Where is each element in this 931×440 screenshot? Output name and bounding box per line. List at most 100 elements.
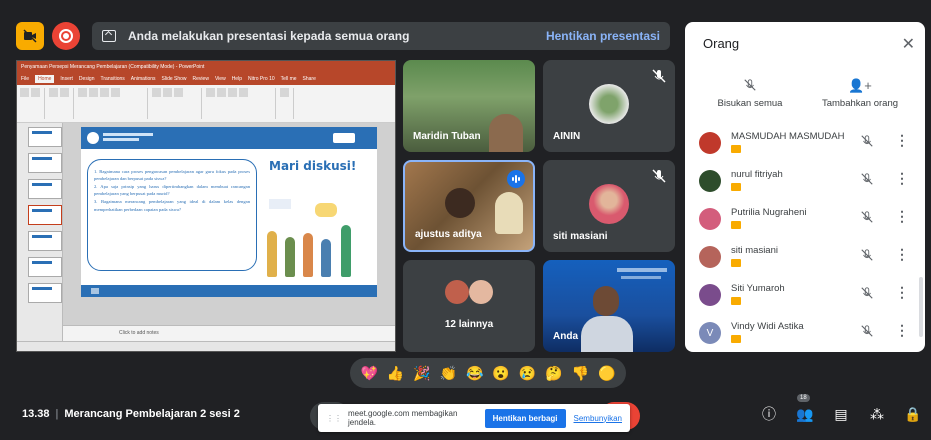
participant-row[interactable]: nurul fitriyah ⋮ [685, 164, 925, 202]
presenter-tag-icon [731, 297, 741, 305]
avatar: V [699, 322, 721, 344]
presenter-tag-icon [731, 221, 741, 229]
add-person-icon: 👤+ [848, 78, 872, 93]
more-options-icon[interactable]: ⋮ [895, 132, 909, 149]
participant-name: ajustus aditya [415, 229, 482, 240]
more-options-icon[interactable]: ⋮ [895, 284, 909, 301]
host-controls-icon[interactable]: 🔒 [904, 406, 921, 422]
clock: 13.38 [22, 408, 50, 420]
mic-off-icon[interactable] [860, 172, 874, 186]
slide-thumbnail[interactable] [28, 179, 62, 199]
more-options-icon[interactable]: ⋮ [895, 246, 909, 263]
participant-tile[interactable]: AININ [543, 60, 675, 152]
more-options-icon[interactable]: ⋮ [895, 170, 909, 187]
reaction-emoji[interactable]: 👎 [572, 365, 589, 382]
participant-row[interactable]: Putrilia Nugraheni ⋮ [685, 202, 925, 240]
participant-name: Anda [553, 331, 578, 342]
self-tile[interactable]: Anda [543, 260, 675, 352]
record-button[interactable] [52, 22, 80, 50]
people-icon[interactable]: 👥 18 [796, 394, 814, 422]
question-3: 3. Bagaimana merancang pembelajaran yang… [94, 199, 250, 212]
panel-title: Orang [703, 36, 740, 51]
ppt-tab[interactable]: Help [232, 76, 242, 82]
avatar [699, 284, 721, 306]
presenting-message: Anda melakukan presentasi kepada semua o… [128, 29, 410, 43]
ppt-ribbon [17, 85, 395, 123]
ppt-tab[interactable]: Slide Show [162, 76, 187, 82]
ppt-tab[interactable]: Share [303, 76, 316, 82]
scrollbar[interactable] [919, 277, 923, 337]
ppt-tab[interactable]: Nitro Pro 10 [248, 76, 275, 82]
mute-all-button[interactable]: Bisukan semua [695, 78, 805, 109]
more-participants-tile[interactable]: 12 lainnya [403, 260, 535, 352]
mic-off-icon[interactable] [860, 248, 874, 262]
participant-row[interactable]: MASMUDAH MASMUDAH ⋮ [685, 126, 925, 164]
avatar [445, 280, 469, 304]
stop-sharing-button[interactable]: Hentikan berbagi [484, 408, 566, 428]
participant-row[interactable]: siti masiani ⋮ [685, 240, 925, 278]
add-people-button[interactable]: 👤+ Tambahkan orang [805, 78, 915, 109]
stop-presenting-button[interactable]: Hentikan presentasi [546, 29, 660, 43]
presenter-tag-icon [731, 259, 741, 267]
reaction-emoji[interactable]: 👏 [440, 365, 457, 382]
ppt-tab[interactable]: Animations [131, 76, 156, 82]
mic-off-icon[interactable] [860, 286, 874, 300]
close-icon[interactable]: ✕ [902, 34, 915, 54]
question-bubble: 1. Bagaimana cara proses pengawasan pemb… [87, 159, 257, 271]
participant-row[interactable]: V Vindy Widi Astika ⋮ [685, 316, 925, 352]
slide-thumbnail[interactable] [28, 231, 62, 251]
more-options-icon[interactable]: ⋮ [895, 208, 909, 225]
more-options-icon[interactable]: ⋮ [895, 322, 909, 339]
ppt-tab[interactable]: Home [35, 75, 55, 83]
chat-icon[interactable]: ▤ [833, 406, 849, 422]
drag-handle-icon[interactable]: ⋮⋮ [326, 414, 342, 423]
info-icon[interactable]: ⓘ [761, 406, 777, 422]
notes-area[interactable]: Click to add notes [63, 325, 395, 341]
presenter-tag-icon [731, 335, 741, 343]
ppt-tab[interactable]: Tell me [281, 76, 297, 82]
camera-off-button[interactable] [16, 22, 44, 50]
ppt-tab[interactable]: File [21, 76, 29, 82]
mic-off-icon[interactable] [860, 324, 874, 338]
participant-tile[interactable]: siti masiani [543, 160, 675, 252]
reaction-emoji[interactable]: 🎉 [413, 365, 430, 382]
reaction-emoji[interactable]: 👍 [387, 365, 404, 382]
slide-title: Mari diskusi! [269, 159, 357, 173]
ppt-tab[interactable]: View [215, 76, 226, 82]
reaction-emoji[interactable]: 💖 [360, 365, 377, 382]
participant-name: MASMUDAH MASMUDAH [731, 131, 845, 142]
participant-tile-speaking[interactable]: ajustus aditya [403, 160, 535, 252]
participant-row[interactable]: Siti Yumaroh ⋮ [685, 278, 925, 316]
reaction-emoji[interactable]: 🟡 [598, 365, 615, 382]
mic-off-icon[interactable] [860, 210, 874, 224]
participant-name: AININ [553, 131, 581, 142]
reaction-emoji[interactable]: 🤔 [545, 365, 562, 382]
reaction-emoji[interactable]: 😮 [492, 365, 509, 382]
slide-thumbnail[interactable] [28, 257, 62, 277]
hide-link[interactable]: Sembunyikan [574, 414, 622, 423]
meeting-info: 13.38 | Merancang Pembelajaran 2 sesi 2 [22, 408, 240, 420]
slide-thumbnail[interactable] [28, 127, 62, 147]
ppt-tab[interactable]: Review [193, 76, 209, 82]
speaking-indicator-icon [507, 170, 525, 188]
reaction-emoji[interactable]: 😂 [466, 365, 483, 382]
slide-thumbnail[interactable] [28, 153, 62, 173]
question-1: 1. Bagaimana cara proses pengawasan pemb… [94, 169, 250, 182]
ppt-tab[interactable]: Transitions [101, 76, 125, 82]
meeting-title: Merancang Pembelajaran 2 sesi 2 [64, 408, 240, 420]
mic-off-icon[interactable] [860, 134, 874, 148]
reaction-emoji[interactable]: 😢 [519, 365, 536, 382]
participant-name: nurul fitriyah [731, 169, 783, 180]
mic-off-icon [652, 69, 666, 83]
slide-thumbnail-selected[interactable] [28, 205, 62, 225]
ppt-tab[interactable]: Insert [60, 76, 73, 82]
slide-thumbnails[interactable] [17, 123, 63, 341]
activities-icon[interactable]: ⁂ [869, 406, 885, 422]
ppt-tab[interactable]: Design [79, 76, 95, 82]
ppt-titlebar: Penyamaan Persepsi Merancang Pembelajara… [17, 61, 395, 73]
participant-tile[interactable]: Maridin Tuban [403, 60, 535, 152]
avatar [699, 170, 721, 192]
current-slide: Mari diskusi! 1. Bagaimana cara proses p… [81, 127, 377, 297]
discussion-illustration [261, 199, 371, 281]
slide-thumbnail[interactable] [28, 283, 62, 303]
